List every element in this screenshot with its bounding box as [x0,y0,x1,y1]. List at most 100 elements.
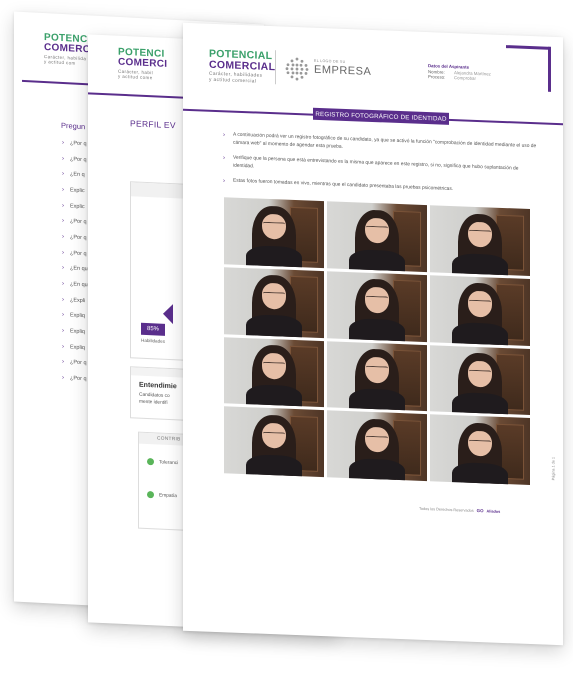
footer-copyright: Todos los Derechos Reservados [419,506,474,513]
page-number: Página 1 de 1 [551,456,555,481]
company-logo-big: EMPRESA [314,63,372,78]
chevron-right-icon: › [62,155,64,162]
chevron-right-icon: › [62,296,64,303]
chevron-right-icon: › [62,312,64,319]
candidate-photo [430,274,530,346]
question-text: ¿Por q [70,140,87,148]
brand-logo: POTENCIAL COMERCIAL Carácter, habilidade… [209,48,276,86]
contrib-item-1: Toleranci [147,458,178,466]
candidate-photo [327,410,427,482]
question-item: › ¿Por q [62,151,88,168]
footer-brand: GO [476,507,484,514]
candidate-photo [224,336,324,408]
contrib-item-label: Empatía [159,493,177,500]
pointer-triangle [163,303,173,325]
question-item: › Expliq [62,308,88,325]
question-item: › ¿En qu [62,276,88,293]
question-item: › Expliq [62,323,88,340]
applicant-info: Datos del Aspirante Nombre: Alejandra Ma… [428,63,528,83]
question-item: › ¿Por q [62,135,88,152]
understanding-title: Entendimie [139,381,177,391]
photo-glasses [469,230,491,236]
question-list: › ¿Por q › ¿Por q › ¿En q › Explic › Explic › ¿Por … [62,135,88,387]
chevron-right-icon: › [62,218,64,225]
chevron-right-icon: › [62,171,64,178]
chevron-right-icon: › [223,132,225,139]
candidate-photo [430,344,530,416]
photo-glasses [469,439,491,445]
photo-shirt [246,314,302,338]
contrib-item-label: Toleranci [159,460,179,467]
chevron-right-icon: › [62,249,64,256]
photo-shirt [452,322,508,346]
chevron-right-icon: › [223,155,225,162]
chevron-right-icon: › [62,328,64,335]
instructions: › A continuación podrá ver un registro fo… [223,131,538,205]
question-item: › ¿Por q [62,245,88,262]
photo-shirt [349,458,405,482]
section-heading: Pregun [61,120,86,132]
instruction-1: › A continuación podrá ver un registro fo… [223,132,538,159]
photo-shirt [246,244,302,268]
photo-shirt [246,454,302,478]
understanding-line2: mente identifi [139,399,168,406]
logo-separator [275,50,276,85]
brand-logo: POTENCI COMERCI Carácter, habil y actitu… [118,47,167,82]
footer: Todos los Derechos Reservados GO Aliados [419,506,500,514]
photo-shirt [452,462,508,486]
candidate-photo [430,414,530,486]
question-text: ¿Por q [70,234,87,242]
front-page-photo-record: POTENCIAL COMERCIAL Carácter, habilidade… [183,22,563,646]
question-text: ¿En qu [70,281,88,289]
question-text: Expliq [70,312,85,320]
candidate-photo [430,205,530,276]
instruction-3: › Estas fotos fueron tomadas en vivo, mie… [223,178,538,197]
contrib-item-2: Empatía [147,491,177,499]
question-text: ¿En qu [70,265,88,273]
candidate-photo [327,340,427,412]
photo-glasses [366,226,388,232]
candidate-photo [224,197,324,268]
chevron-right-icon: › [223,178,225,185]
process-value: Comprobar [454,75,476,81]
chevron-right-icon: › [62,186,64,193]
question-text: Expliq [70,344,85,351]
chevron-right-icon: › [62,139,64,146]
brand-line2: COMERCIAL [209,58,276,73]
brand-logo: POTENC COMERC Carácter, habilida y actit… [44,32,90,67]
question-item: › ¿Por q [62,213,88,230]
profile-heading: PERFIL EV [130,118,176,131]
chevron-right-icon: › [62,343,64,350]
photo-shirt [349,248,405,272]
photo-shirt [452,392,508,416]
chevron-right-icon: › [62,233,64,241]
footer-allies: Aliados [486,508,501,514]
candidate-photo [224,267,324,338]
question-item: › ¿Por q [62,370,88,387]
question-item: › ¿Por q [62,229,88,246]
instruction-3-text: Estas fotos fueron tomadas en vivo, mien… [233,178,454,193]
chevron-right-icon: › [62,202,64,209]
question-item: › ¿Por q [62,355,88,372]
question-text: Explic [70,202,85,210]
candidate-photo [327,201,427,272]
photo-glasses [366,435,388,441]
question-text: ¿Por q [70,250,87,257]
question-text: ¿Por q [70,375,87,383]
section-banner: REGISTRO FOTOGRÁFICO DE IDENTIDAD [313,107,449,125]
brand-tagline-2: y actitud come [118,73,153,81]
question-text: Explic [70,187,85,195]
percent-label: Habilidades [141,337,166,344]
question-item: › Expliq [62,339,88,356]
chevron-right-icon: › [62,265,64,272]
photo-shirt [452,252,508,276]
candidate-photo [327,270,427,342]
instruction-2: › Verifique que la persona que está entre… [223,155,538,182]
question-item: › ¿En qu [62,260,88,277]
understanding-line1: Candidatos co [139,392,170,400]
photo-shirt [246,384,302,408]
percent-badge: 85% [141,322,165,336]
question-text: ¿Por q [70,218,87,226]
candidate-photo [224,406,324,478]
dots-icon [285,57,309,81]
